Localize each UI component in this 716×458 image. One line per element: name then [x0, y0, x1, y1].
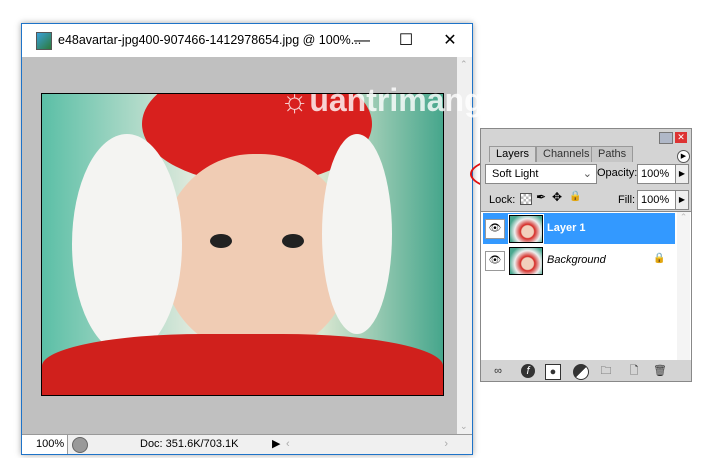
close-button[interactable]: ✕	[428, 24, 472, 57]
adjustment-layer-icon[interactable]	[573, 364, 589, 380]
new-layer-icon[interactable]: 🗋	[627, 364, 641, 378]
tab-paths[interactable]: Paths	[591, 146, 634, 162]
title-bar: e48avartar-jpg400-907466-1412978654.jpg …	[22, 24, 472, 57]
layer-row-background[interactable]: 👁 Background 🔒	[483, 245, 675, 276]
document-window: e48avartar-jpg400-907466-1412978654.jpg …	[21, 23, 484, 455]
fill-slider-button[interactable]: ▶	[675, 190, 689, 210]
fill-label: Fill:	[618, 194, 636, 206]
layer-thumbnail	[509, 247, 543, 275]
panel-menu-button[interactable]: ▶	[677, 150, 690, 163]
layers-toolbar: ∞ f ● 🗀 🗋 🗑	[481, 361, 691, 381]
lock-move-icon[interactable]: ✥	[552, 190, 562, 204]
lock-label: Lock:	[489, 194, 516, 206]
status-menu-icon[interactable]	[72, 437, 88, 453]
visibility-eye-icon[interactable]: 👁	[485, 219, 505, 239]
right-eye	[282, 234, 304, 248]
panel-close-button[interactable]: ✕	[675, 132, 687, 143]
horizontal-scrollbar[interactable]: ‹ ›	[286, 435, 456, 454]
blend-mode-select[interactable]: Soft Light ⌄	[485, 164, 597, 184]
layer-name: Background	[547, 254, 606, 266]
layers-list: 👁 Layer 1 👁 Background 🔒 ⌃	[481, 211, 691, 360]
status-bar: 100% Doc: 351.6K/703.1K ▶ ‹ ›	[22, 434, 472, 454]
watermark-logo: ☼uantrimang	[280, 82, 484, 118]
right-earmuff	[322, 134, 392, 334]
tab-channels[interactable]: Channels	[536, 146, 597, 162]
chevron-down-icon: ⌄	[582, 168, 592, 180]
layer-mask-icon[interactable]: ●	[545, 364, 561, 380]
new-group-icon[interactable]: 🗀	[599, 364, 613, 378]
status-arrow-button[interactable]: ▶	[272, 437, 280, 450]
minimize-button[interactable]: —	[340, 24, 384, 57]
layer-thumbnail	[508, 214, 544, 244]
window-title: e48avartar-jpg400-907466-1412978654.jpg …	[58, 33, 362, 47]
left-eye	[210, 234, 232, 248]
fill-field[interactable]: 100%	[637, 190, 678, 210]
opacity-slider-button[interactable]: ▶	[675, 164, 689, 184]
collapse-button[interactable]	[659, 132, 673, 144]
layers-panel: ✕ Layers Channels Paths ▶ Soft Light ⌄ Op…	[480, 128, 692, 382]
doc-size: Doc: 351.6K/703.1K	[140, 438, 239, 450]
left-earmuff	[72, 134, 182, 354]
lock-icon: 🔒	[653, 253, 666, 264]
delete-layer-icon[interactable]: 🗑	[653, 364, 667, 378]
lock-transparency-icon[interactable]	[520, 193, 532, 205]
lock-all-icon[interactable]: 🔒	[569, 191, 581, 202]
zoom-field[interactable]: 100%	[22, 435, 68, 454]
opacity-label: Opacity:	[597, 167, 638, 179]
link-layers-icon[interactable]: ∞	[491, 364, 505, 378]
image-canvas[interactable]	[41, 93, 444, 396]
opacity-field[interactable]: 100%	[637, 164, 678, 184]
layer-style-icon[interactable]: f	[521, 364, 535, 378]
layer-row-layer-1[interactable]: 👁 Layer 1	[483, 213, 675, 244]
red-clothes	[42, 334, 443, 395]
maximize-button[interactable]: ☐	[384, 24, 428, 57]
photoshop-file-icon	[36, 32, 52, 50]
layer-name: Layer 1	[547, 222, 586, 234]
visibility-eye-icon[interactable]: 👁	[485, 251, 505, 271]
tab-layers[interactable]: Layers	[489, 146, 537, 162]
layers-scrollbar[interactable]: ⌃	[677, 212, 690, 360]
lock-brush-icon[interactable]: ✒	[536, 190, 546, 204]
